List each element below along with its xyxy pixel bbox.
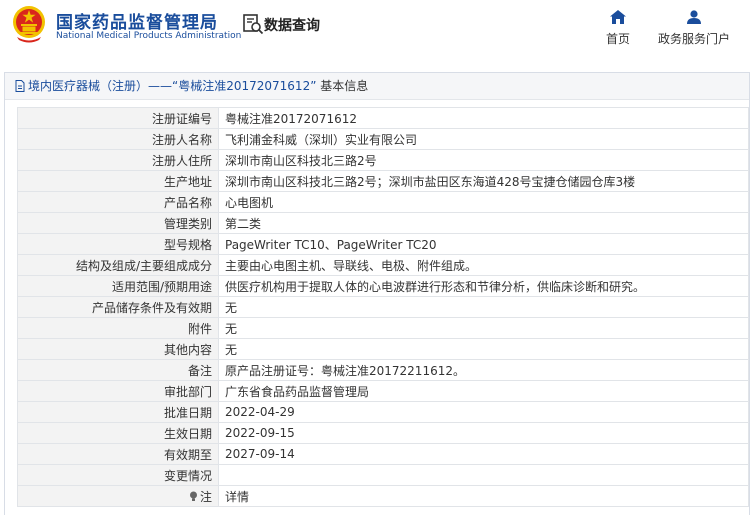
nav-service-portal[interactable]: 政务服务门户	[652, 10, 736, 47]
field-label-text: 生效日期	[163, 426, 212, 441]
details-link[interactable]: 详情	[218, 485, 749, 507]
field-value: 无	[218, 317, 749, 339]
table-row: 注册人名称 飞利浦金科威（深圳）实业有限公司	[17, 128, 749, 150]
field-value: 无	[218, 338, 749, 360]
field-label: 产品储存条件及有效期	[17, 296, 219, 318]
field-label-text: 批准日期	[163, 405, 212, 420]
field-label-text: 结构及组成/主要组成成分	[75, 258, 212, 273]
table-row: 结构及组成/主要组成成分 主要由心电图主机、导联线、电极、附件组成。	[17, 254, 749, 276]
field-label-text: 注册人住所	[151, 153, 212, 168]
nav-home-label: 首页	[605, 32, 630, 46]
table-row: 生效日期 2022-09-15	[17, 422, 749, 444]
field-label-text: 附件	[187, 321, 212, 336]
lightbulb-icon	[189, 491, 197, 501]
field-label: 结构及组成/主要组成成分	[17, 254, 219, 276]
field-label-text: 注册证编号	[151, 111, 212, 126]
field-value: 广东省食品药品监督管理局	[218, 380, 749, 402]
field-label-text: 备注	[187, 363, 212, 378]
table-row: 注详情	[17, 485, 749, 507]
table-row: 适用范围/预期用途 供医疗机构用于提取人体的心电波群进行形态和节律分析，供临床诊断…	[17, 275, 749, 297]
field-label: 其他内容	[17, 338, 219, 360]
field-label-text: 适用范围/预期用途	[111, 279, 212, 294]
table-row: 其他内容无	[17, 338, 749, 360]
nav-portal-label: 政务服务门户	[657, 32, 730, 46]
table-row: 有效期至 2027-09-14	[17, 443, 749, 465]
field-value: 2027-09-14	[218, 443, 749, 465]
field-value: 深圳市南山区科技北三路2号；深圳市盐田区东海道428号宝捷仓储园仓库3楼	[218, 170, 749, 192]
data-query-icon	[243, 14, 264, 35]
field-value	[218, 464, 749, 486]
table-row: 备注 原产品注册证号：粤械注准20172211612。	[17, 359, 749, 381]
field-label: 生效日期	[17, 422, 219, 444]
field-label: 注册人名称	[17, 128, 219, 150]
field-label-text: 其他内容	[163, 342, 212, 357]
field-label: 批准日期	[17, 401, 219, 423]
page-title: 数据查询	[264, 18, 320, 34]
field-value: 2022-04-29	[218, 401, 749, 423]
field-value: 无	[218, 296, 749, 318]
panel-title-suffix: 基本信息	[320, 79, 369, 93]
field-label: 变更情况	[17, 464, 219, 486]
field-label-text: 注	[199, 489, 212, 504]
field-label: 产品名称	[17, 191, 219, 213]
field-label-text: 变更情况	[163, 468, 212, 483]
field-value: 粤械注准20172071612	[218, 107, 749, 129]
field-label-text: 产品名称	[163, 195, 212, 210]
field-value: 深圳市南山区科技北三路2号	[218, 149, 749, 171]
field-label: 适用范围/预期用途	[17, 275, 219, 297]
home-icon	[610, 10, 626, 24]
field-label-text: 生产地址	[163, 174, 212, 189]
nav-home[interactable]: 首页	[598, 10, 638, 47]
panel-title-bar: 境内医疗器械（注册）——“粤械注准20172071612” 基本信息	[5, 73, 749, 100]
field-value: 2022-09-15	[218, 422, 749, 444]
field-label: 有效期至	[17, 443, 219, 465]
panel-title: 境内医疗器械（注册）——“粤械注准20172071612”	[28, 79, 317, 93]
field-label-text: 有效期至	[163, 447, 212, 462]
field-label-text: 审批部门	[163, 384, 212, 399]
table-row: 管理类别 第二类	[17, 212, 749, 234]
field-value: 主要由心电图主机、导联线、电极、附件组成。	[218, 254, 749, 276]
site-header: 国家药品监督管理局 National Medical Products Admi…	[0, 0, 752, 56]
field-label-text: 型号规格	[163, 237, 212, 252]
field-label-text: 产品储存条件及有效期	[91, 300, 212, 315]
field-label: 注册人住所	[17, 149, 219, 171]
field-value: 原产品注册证号：粤械注准20172211612。	[218, 359, 749, 381]
field-label-text: 注册人名称	[151, 132, 212, 147]
field-label: 注	[17, 485, 219, 507]
table-row: 产品储存条件及有效期无	[17, 296, 749, 318]
table-row: 审批部门 广东省食品药品监督管理局	[17, 380, 749, 402]
field-label: 备注	[17, 359, 219, 381]
document-icon	[15, 80, 25, 92]
field-label: 生产地址	[17, 170, 219, 192]
field-value: PageWriter TC10、PageWriter TC20	[218, 233, 749, 255]
table-row: 生产地址 深圳市南山区科技北三路2号；深圳市盐田区东海道428号宝捷仓储园仓库3楼	[17, 170, 749, 192]
field-label: 型号规格	[17, 233, 219, 255]
detail-panel: 境内医疗器械（注册）——“粤械注准20172071612” 基本信息 注册证编号…	[4, 72, 750, 515]
table-row: 变更情况	[17, 464, 749, 486]
national-emblem-icon	[13, 6, 45, 43]
field-value: 第二类	[218, 212, 749, 234]
field-value: 飞利浦金科威（深圳）实业有限公司	[218, 128, 749, 150]
field-label: 附件	[17, 317, 219, 339]
table-row: 批准日期 2022-04-29	[17, 401, 749, 423]
user-icon	[687, 10, 701, 24]
table-row: 型号规格 PageWriter TC10、PageWriter TC20	[17, 233, 749, 255]
info-table: 注册证编号 粤械注准20172071612 注册人名称 飞利浦金科威（深圳）实业有限公…	[17, 107, 749, 507]
table-row: 注册证编号 粤械注准20172071612	[17, 107, 749, 129]
field-label-text: 管理类别	[163, 216, 212, 231]
field-label: 注册证编号	[17, 107, 219, 129]
table-row: 附件无	[17, 317, 749, 339]
table-row: 注册人住所 深圳市南山区科技北三路2号	[17, 149, 749, 171]
org-name-cn: 国家药品监督管理局	[56, 13, 218, 33]
field-label: 管理类别	[17, 212, 219, 234]
org-name-en: National Medical Products Administration	[56, 31, 242, 41]
field-value: 心电图机	[218, 191, 749, 213]
field-label: 审批部门	[17, 380, 219, 402]
field-value: 供医疗机构用于提取人体的心电波群进行形态和节律分析，供临床诊断和研究。	[218, 275, 749, 297]
table-row: 产品名称 心电图机	[17, 191, 749, 213]
